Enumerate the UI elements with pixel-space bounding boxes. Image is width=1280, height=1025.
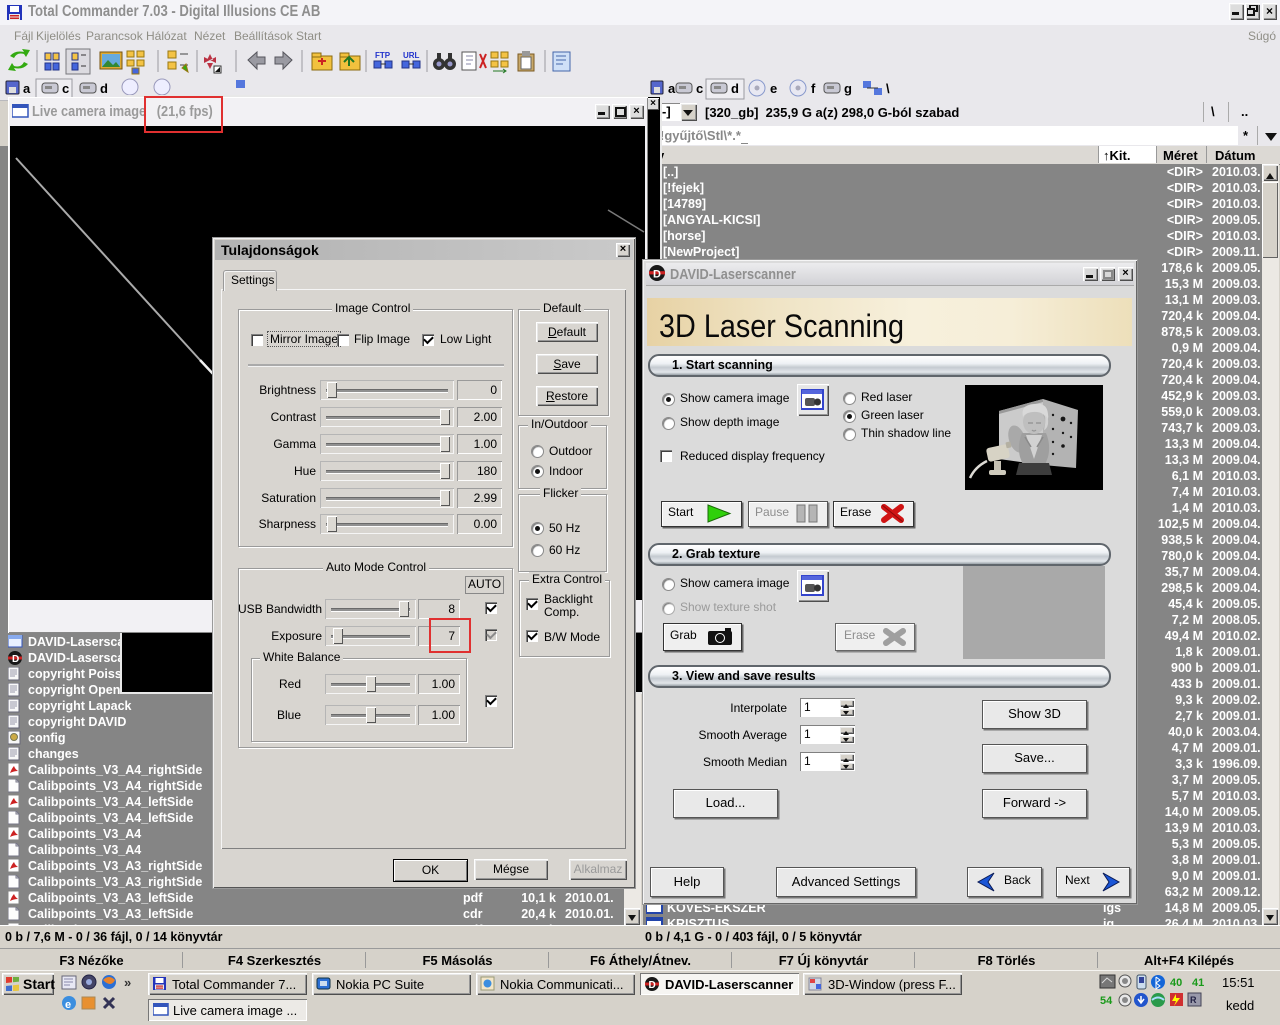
svg-text:D: D xyxy=(653,269,661,281)
svg-text:URL: URL xyxy=(403,51,420,60)
svg-text:e: e xyxy=(65,999,71,1011)
svg-text:d: d xyxy=(731,81,739,96)
svg-text:»: » xyxy=(124,975,131,990)
svg-text:54: 54 xyxy=(1100,995,1113,1007)
svg-text:c: c xyxy=(62,81,69,96)
svg-text:FTP: FTP xyxy=(375,51,391,60)
svg-text:d: d xyxy=(100,81,108,96)
svg-text:R: R xyxy=(1190,995,1197,1005)
svg-text:c: c xyxy=(696,81,703,96)
svg-text:D: D xyxy=(12,654,19,665)
svg-text:\: \ xyxy=(886,81,890,96)
svg-text:e: e xyxy=(770,81,777,96)
svg-text:a: a xyxy=(23,81,31,96)
svg-text:a: a xyxy=(668,81,676,96)
svg-text:40: 40 xyxy=(1170,977,1182,989)
svg-text:D: D xyxy=(649,980,656,991)
svg-text:f: f xyxy=(811,81,816,96)
svg-text:g: g xyxy=(844,81,852,96)
svg-text:41: 41 xyxy=(1192,977,1204,989)
